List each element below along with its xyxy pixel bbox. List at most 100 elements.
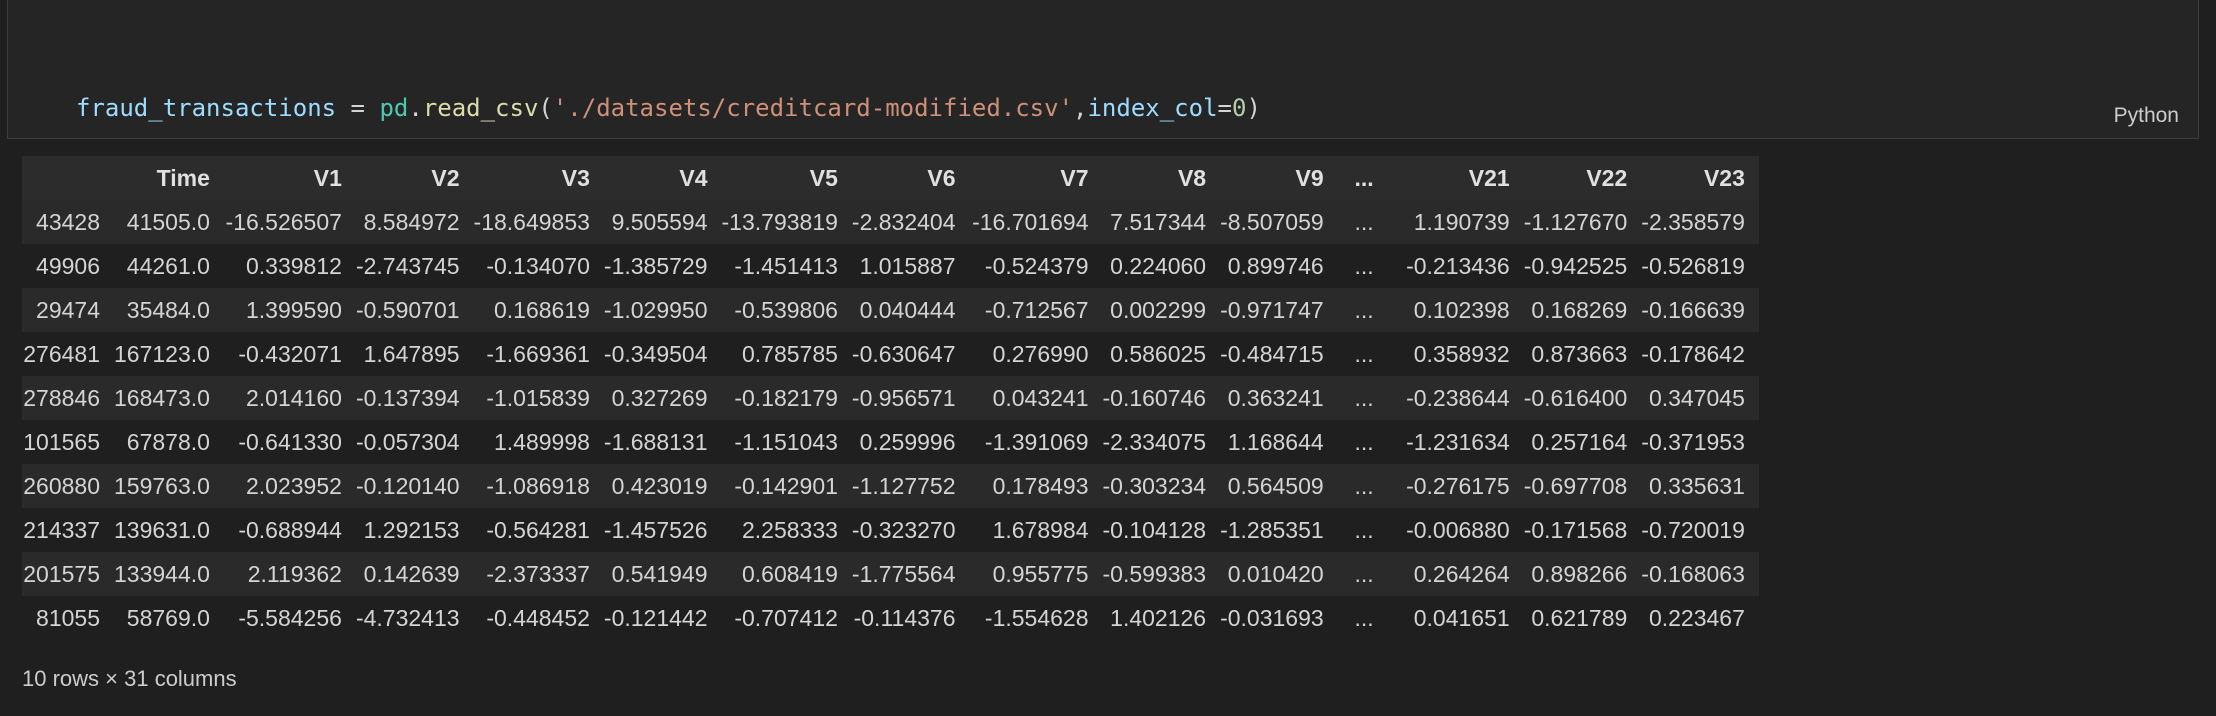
- table-cell: -0.526819: [1641, 252, 1745, 279]
- column-header: Time: [114, 156, 224, 200]
- code-token: =: [1217, 94, 1232, 122]
- table-cell: -0.323270: [851, 516, 956, 543]
- table-cell: -0.590701: [355, 296, 460, 323]
- code-token: =: [336, 94, 380, 122]
- table-row: 81055 58769.0 -5.584256 -4.732413 -0.448452-…: [22, 596, 1759, 640]
- table-cell: 0.586025: [1110, 340, 1207, 367]
- table-cell: ...: [1354, 472, 1374, 499]
- code-token: pd: [379, 94, 409, 122]
- table-cell: 0.223467: [1648, 604, 1745, 631]
- table-cell: 0.898266: [1531, 560, 1628, 587]
- table-cell: 159763.0: [114, 472, 210, 499]
- table-cell: -0.137394: [355, 384, 460, 411]
- table-cell: 0.276990: [992, 340, 1089, 367]
- table-cell: 2.258333: [741, 516, 838, 543]
- table-cell: -2.334075: [1102, 428, 1207, 455]
- table-cell: 1.402126: [1110, 604, 1207, 631]
- table-cell: 2.023952: [246, 472, 342, 499]
- table-cell: -0.630647: [851, 340, 956, 367]
- table-cell: -0.006880: [1406, 516, 1510, 543]
- table-cell: ...: [1354, 384, 1374, 411]
- table-row: 214337 139631.0 -0.688944 1.292153 -0.564281…: [22, 508, 1759, 552]
- table-cell: -0.432071: [238, 340, 342, 367]
- code-token: ,: [1073, 94, 1088, 122]
- table-cell: 2.014160: [246, 384, 342, 411]
- table-cell: 0.168269: [1531, 296, 1628, 323]
- table-cell: -0.238644: [1406, 384, 1510, 411]
- table-cell: -0.121442: [603, 604, 708, 631]
- table-cell: 0.142639: [363, 560, 460, 587]
- table-cell: 133944.0: [114, 560, 210, 587]
- table-header-row: Time V1 V2 V3 V4 V5 V6 V7 V8 V9... V21 V22 V23: [22, 156, 1759, 200]
- table-cell: 1.647895: [363, 340, 460, 367]
- column-header: V5: [721, 156, 852, 200]
- table-cell: 0.041651: [1413, 604, 1510, 631]
- code-token: index_col: [1087, 94, 1218, 122]
- dataframe-summary: 10 rows × 31 columns: [22, 666, 237, 691]
- table-cell: 139631.0: [114, 516, 210, 543]
- table-cell: -0.720019: [1641, 516, 1745, 543]
- table-cell: -0.104128: [1102, 516, 1207, 543]
- table-cell: 0.040444: [859, 296, 956, 323]
- table-cell: -0.688944: [238, 516, 342, 543]
- table-cell: 0.102398: [1413, 296, 1510, 323]
- table-cell: -0.166639: [1641, 296, 1745, 323]
- code-cell[interactable]: fraud_transactions = pd.read_csv('./data…: [7, 0, 2199, 233]
- table-row: 201575 133944.0 2.119362 0.142639 -2.373337 0…: [22, 552, 1759, 596]
- table-cell: 0.955775: [992, 560, 1089, 587]
- table-cell: -1.231634: [1406, 428, 1510, 455]
- table-cell: -0.371953: [1641, 428, 1745, 455]
- column-header: V4: [603, 156, 722, 200]
- table-cell: 67878.0: [126, 428, 210, 455]
- table-cell: 0.621789: [1531, 604, 1628, 631]
- table-cell: -0.616400: [1523, 384, 1628, 411]
- table-cell: -16.701694: [972, 208, 1089, 235]
- table-cell: -1.127670: [1523, 208, 1628, 235]
- table-cell: -0.539806: [734, 296, 838, 323]
- column-header: V9: [1220, 156, 1338, 200]
- column-header: V2: [355, 156, 474, 200]
- cell-language-label[interactable]: Python: [2114, 104, 2179, 128]
- table-cell: 0.010420: [1227, 560, 1324, 587]
- table-cell: -0.120140: [355, 472, 460, 499]
- code-token: ): [1246, 94, 1261, 122]
- table-cell: 0.327269: [611, 384, 708, 411]
- table-cell: -0.349504: [603, 340, 708, 367]
- table-cell: 0.339812: [246, 252, 342, 279]
- table-cell: -0.303234: [1102, 472, 1207, 499]
- code-token: './datasets/creditcard-modified.csv': [552, 94, 1074, 122]
- table-cell: 168473.0: [114, 384, 210, 411]
- table-cell: 0.541949: [611, 560, 708, 587]
- row-index: 101565: [23, 428, 100, 455]
- table-cell: 0.224060: [1110, 252, 1207, 279]
- table-cell: -1.391069: [984, 428, 1089, 455]
- table-cell: ...: [1354, 428, 1374, 455]
- column-header: V8: [1102, 156, 1221, 200]
- table-cell: ...: [1354, 296, 1374, 323]
- table-row: 43428 41505.0 -16.526507 8.584972 -18.649853…: [22, 200, 1759, 244]
- table-cell: -0.114376: [853, 604, 956, 631]
- table-cell: 0.257164: [1531, 428, 1628, 455]
- table-cell: 0.347045: [1648, 384, 1745, 411]
- table-cell: 0.335631: [1648, 472, 1745, 499]
- table-row: 29474 35484.0 1.399590 -0.590701 0.168619 -1.…: [22, 288, 1759, 332]
- table-cell: 0.043241: [992, 384, 1089, 411]
- table-cell: 0.363241: [1227, 384, 1324, 411]
- table-cell: -1.451413: [734, 252, 838, 279]
- table-row: 260880 159763.0 2.023952 -0.120140 -1.086918…: [22, 464, 1759, 508]
- table-cell: ...: [1354, 560, 1374, 587]
- table-cell: 0.564509: [1227, 472, 1324, 499]
- table-cell: -0.971747: [1220, 296, 1324, 323]
- table-cell: 0.608419: [741, 560, 838, 587]
- table-cell: -5.584256: [238, 604, 342, 631]
- table-row: 101565 67878.0 -0.641330 -0.057304 1.489998-…: [22, 420, 1759, 464]
- table-cell: ...: [1354, 340, 1374, 367]
- row-index: 43428: [36, 208, 100, 235]
- table-cell: -1.688131: [603, 428, 708, 455]
- table-cell: -0.942525: [1523, 252, 1628, 279]
- table-cell: -4.732413: [355, 604, 460, 631]
- code-token: read_csv: [422, 94, 539, 122]
- table-cell: -1.285351: [1220, 516, 1324, 543]
- code-token: (: [538, 94, 553, 122]
- table-cell: -1.385729: [603, 252, 708, 279]
